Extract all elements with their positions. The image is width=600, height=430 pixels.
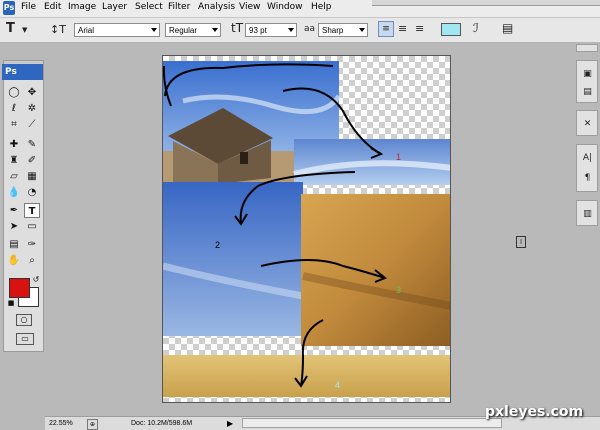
font-family-value: Arial: [78, 26, 95, 35]
composition-layers: [163, 61, 450, 397]
font-style-select[interactable]: Regular: [165, 23, 221, 37]
navigator-icon[interactable]: ▣: [580, 67, 595, 81]
menu-analysis[interactable]: Analysis: [198, 2, 235, 12]
paragraph-icon[interactable]: ¶: [580, 171, 595, 185]
histogram-icon[interactable]: ▤: [580, 85, 595, 99]
horizontal-scrollbar[interactable]: [242, 418, 502, 428]
text-cursor-icon: I: [516, 236, 526, 248]
document-info: Doc: 10.2M/598.6M: [131, 420, 193, 427]
notes-tool-icon[interactable]: ▤: [6, 237, 22, 252]
menu-window[interactable]: Window: [267, 2, 303, 12]
menu-select[interactable]: Select: [135, 2, 163, 12]
menu-image[interactable]: Image: [68, 2, 96, 12]
menu-filter[interactable]: Filter: [168, 2, 190, 12]
marquee-tool-icon[interactable]: ◯: [6, 85, 22, 100]
dock-group-4: ▥: [576, 200, 598, 226]
eyedropper-tool-icon[interactable]: ✑: [24, 237, 40, 252]
step-number-2: 2: [215, 240, 221, 250]
default-colors-icon[interactable]: ■: [3, 296, 19, 311]
magic-wand-tool-icon[interactable]: ✲: [24, 101, 40, 116]
sky-photo-2: [163, 182, 303, 336]
dock-group-2: ✕: [576, 110, 598, 136]
character-palette-icon[interactable]: ▤: [502, 21, 513, 35]
step-number-1: 1: [396, 152, 402, 162]
type-tool-preset-icon[interactable]: T: [6, 21, 15, 36]
status-menu-arrow-icon[interactable]: ▶: [227, 417, 233, 430]
chevron-down-icon: [288, 28, 294, 32]
slice-tool-icon[interactable]: ⟋: [24, 117, 40, 132]
crop-tool-icon[interactable]: ⌗: [6, 117, 22, 132]
chevron-down-icon: [212, 28, 218, 32]
preset-dropdown-icon[interactable]: ▼: [22, 26, 27, 34]
quick-mask-icon[interactable]: ○: [16, 314, 32, 326]
photoshop-logo-icon: Ps: [3, 1, 15, 15]
text-color-swatch[interactable]: [441, 23, 461, 36]
anti-alias-select[interactable]: Sharp: [318, 23, 368, 37]
font-size-select[interactable]: 93 pt: [245, 23, 297, 37]
menu-layer[interactable]: Layer: [102, 2, 127, 12]
menu-view[interactable]: View: [239, 2, 260, 12]
tools-presets-icon[interactable]: ✕: [580, 117, 595, 131]
options-bar: T ▼ ↕T Arial Regular tT 93 pt aa Sharp ≡…: [0, 18, 600, 43]
menu-bar: Ps File Edit Image Layer Select Filter A…: [0, 0, 600, 18]
zoom-tool-icon[interactable]: ⌕: [24, 253, 40, 268]
dock-group-1: ▣ ▤: [576, 60, 598, 103]
chevron-down-icon: [151, 28, 157, 32]
move-tool-icon[interactable]: ✥: [24, 85, 40, 100]
status-icon[interactable]: ⊕: [87, 419, 98, 430]
align-center-icon[interactable]: ≡: [398, 22, 407, 35]
history-brush-tool-icon[interactable]: ✐: [24, 153, 40, 168]
site-watermark: pxleyes.com: [485, 404, 584, 420]
font-size-icon: tT: [231, 21, 244, 35]
type-tool-icon[interactable]: T: [24, 203, 40, 218]
anti-alias-value: Sharp: [322, 26, 344, 35]
character-icon[interactable]: A|: [580, 151, 595, 165]
menu-file[interactable]: File: [21, 2, 36, 12]
right-dock: ▣ ▤ ✕ A| ¶ ▥: [576, 44, 600, 400]
step-number-4: 4: [335, 380, 341, 390]
dodge-tool-icon[interactable]: ◔: [24, 185, 40, 200]
foreground-color-swatch[interactable]: [9, 278, 30, 298]
font-style-value: Regular: [169, 26, 198, 35]
toolbox-ps-badge: Ps: [2, 64, 43, 80]
gradient-tool-icon[interactable]: ▦: [24, 169, 40, 184]
lasso-tool-icon[interactable]: ℓ: [6, 101, 22, 116]
zoom-level[interactable]: 22.55%: [49, 417, 73, 430]
eraser-tool-icon[interactable]: ▱: [6, 169, 22, 184]
dock-grip[interactable]: [576, 44, 598, 52]
step-number-3: 3: [396, 285, 402, 295]
align-left-icon[interactable]: ≡: [378, 21, 394, 37]
palette-well: [372, 0, 600, 6]
shape-tool-icon[interactable]: ▭: [24, 219, 40, 234]
font-family-select[interactable]: Arial: [74, 23, 160, 37]
pen-tool-icon[interactable]: ✒: [6, 203, 22, 218]
clone-stamp-tool-icon[interactable]: ♜: [6, 153, 22, 168]
chevron-down-icon: [359, 28, 365, 32]
screen-mode-icon[interactable]: ▭: [16, 333, 34, 345]
blur-tool-icon[interactable]: 💧: [6, 185, 22, 200]
swap-colors-icon[interactable]: ↺: [28, 272, 44, 287]
warp-text-icon[interactable]: ℐ: [473, 21, 479, 35]
align-right-icon[interactable]: ≡: [415, 22, 424, 35]
healing-brush-tool-icon[interactable]: ✚: [6, 137, 22, 152]
layer-comps-icon[interactable]: ▥: [580, 207, 595, 221]
path-selection-tool-icon[interactable]: ➤: [6, 219, 22, 234]
text-orientation-icon[interactable]: ↕T: [50, 23, 66, 36]
document-canvas[interactable]: 1 2 3 4: [162, 55, 451, 403]
brush-tool-icon[interactable]: ✎: [24, 137, 40, 152]
anti-alias-icon: aa: [304, 24, 316, 34]
menu-edit[interactable]: Edit: [44, 2, 61, 12]
font-size-value: 93 pt: [249, 26, 267, 35]
menu-help[interactable]: Help: [311, 2, 332, 12]
hand-tool-icon[interactable]: ✋: [6, 253, 22, 268]
dock-group-3: A| ¶: [576, 144, 598, 192]
